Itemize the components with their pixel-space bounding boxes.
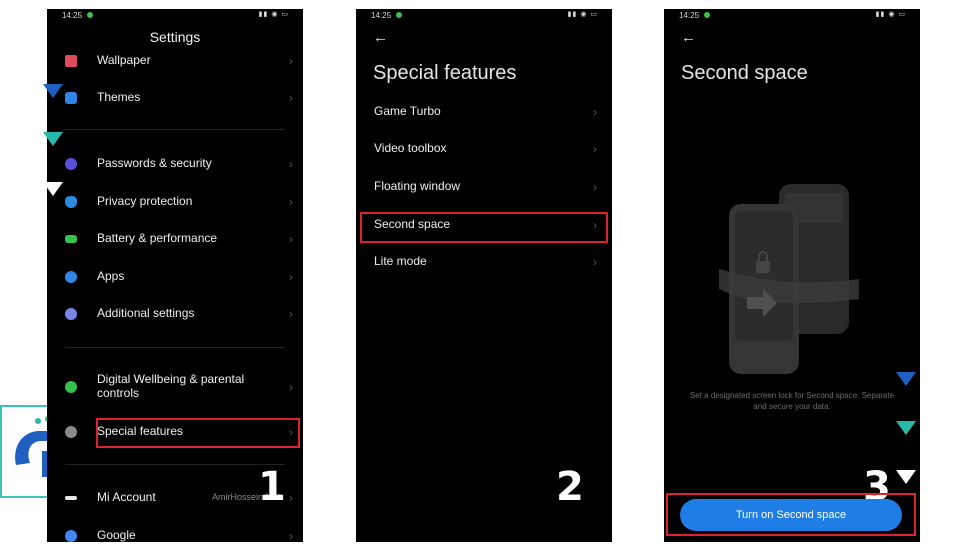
status-time: 14:25 (679, 11, 700, 20)
settings-item-battery[interactable]: Battery & performance › (47, 221, 303, 257)
settings-item-label: Wallpaper (97, 53, 151, 67)
chevron-right-icon: › (593, 180, 597, 194)
chevron-right-icon: › (593, 142, 597, 156)
marker-triangle-white (43, 182, 63, 196)
star-icon (65, 426, 77, 438)
page-title: Second space (681, 62, 808, 84)
settings-item-wellbeing[interactable]: Digital Wellbeing & parental controls › (47, 369, 303, 405)
back-arrow-icon[interactable]: ← (681, 29, 696, 46)
marker-triangle-blue (896, 372, 916, 386)
page-title: Special features (373, 62, 517, 84)
divider (65, 129, 285, 130)
settings-item-label: Apps (97, 269, 125, 283)
chevron-right-icon: › (593, 105, 597, 119)
status-bar: 14:25 ▮▮ ◉ ▭ (664, 9, 920, 23)
settings-item-additional[interactable]: Additional settings › (47, 296, 303, 332)
highlight-box (96, 418, 300, 448)
marker-triangle-white (896, 470, 916, 484)
settings-item-label: Battery & performance (97, 231, 218, 245)
settings-item-label: Themes (97, 90, 141, 104)
feature-item-lite-mode[interactable]: Lite mode › (356, 244, 612, 280)
settings-item-label: Additional settings (97, 306, 195, 320)
gear-icon (65, 271, 77, 283)
second-space-description: Set a designated screen lock for Second … (689, 391, 895, 411)
settings-item-label: Google (97, 528, 136, 542)
feature-item-video-toolbox[interactable]: Video toolbox › (356, 131, 612, 167)
settings-item-label: Mi Account (97, 490, 156, 504)
status-dot-icon (704, 12, 710, 18)
more-icon (65, 308, 77, 320)
settings-screen: 14:25 ▮▮ ◉ ▭ Settings Wallpaper › Themes… (47, 9, 303, 542)
marker-triangle-blue (43, 84, 63, 98)
chevron-right-icon: › (289, 91, 293, 105)
second-space-illustration-icon (719, 179, 869, 384)
feature-item-game-turbo[interactable]: Game Turbo › (356, 94, 612, 130)
battery-icon (65, 235, 77, 243)
marker-triangle-teal (43, 132, 63, 146)
chevron-right-icon: › (289, 307, 293, 321)
settings-item-label: Digital Wellbeing & parental controls (97, 372, 245, 400)
highlight-box (666, 493, 916, 536)
feature-item-label: Video toolbox (374, 141, 447, 155)
feature-item-label: Game Turbo (374, 104, 441, 118)
mi-icon (65, 496, 77, 500)
second-space-screen: 14:25 ▮▮ ◉ ▭ ← Second space Set a design… (664, 9, 920, 542)
settings-item-label: Privacy protection (97, 194, 193, 208)
chevron-right-icon: › (289, 529, 293, 542)
status-bar: 14:25 ▮▮ ◉ ▭ (356, 9, 612, 23)
chevron-right-icon: › (289, 491, 293, 505)
signal-wifi-battery-icon: ▮▮ ◉ ▭ (567, 11, 598, 18)
chevron-right-icon: › (289, 195, 293, 209)
highlight-box (360, 212, 608, 243)
status-bar: 14:25 ▮▮ ◉ ▭ (47, 9, 303, 23)
lock-icon (65, 158, 77, 170)
settings-item-wallpaper[interactable]: Wallpaper › (47, 43, 303, 79)
settings-item-privacy[interactable]: Privacy protection › (47, 184, 303, 220)
chevron-right-icon: › (289, 270, 293, 284)
marker-triangle-teal (896, 421, 916, 435)
settings-item-label: Passwords & security (97, 156, 212, 170)
shield-icon (65, 196, 77, 208)
signal-wifi-battery-icon: ▮▮ ◉ ▭ (875, 11, 906, 18)
chevron-right-icon: › (289, 232, 293, 246)
themes-icon (65, 92, 77, 104)
settings-item-themes[interactable]: Themes › (47, 80, 303, 116)
wellbeing-icon (65, 381, 77, 393)
feature-item-floating-window[interactable]: Floating window › (356, 169, 612, 205)
signal-wifi-battery-icon: ▮▮ ◉ ▭ (258, 11, 289, 18)
chevron-right-icon: › (593, 255, 597, 269)
status-dot-icon (396, 12, 402, 18)
back-arrow-icon[interactable]: ← (373, 29, 388, 46)
settings-item-apps[interactable]: Apps › (47, 259, 303, 295)
settings-item-google[interactable]: Google › (47, 518, 303, 542)
feature-item-label: Lite mode (374, 254, 427, 268)
step-number: 2 (556, 464, 584, 510)
chevron-right-icon: › (289, 380, 293, 394)
special-features-screen: 14:25 ▮▮ ◉ ▭ ← Special features Game Tur… (356, 9, 612, 542)
google-icon (65, 530, 77, 542)
wallpaper-icon (65, 55, 77, 67)
feature-item-label: Floating window (374, 179, 461, 193)
status-dot-icon (87, 12, 93, 18)
status-time: 14:25 (62, 11, 83, 20)
chevron-right-icon: › (289, 54, 293, 68)
divider (65, 464, 285, 465)
settings-item-passwords[interactable]: Passwords & security › (47, 146, 303, 182)
chevron-right-icon: › (289, 157, 293, 171)
status-time: 14:25 (371, 11, 392, 20)
step-number: 1 (258, 464, 286, 510)
divider (65, 347, 285, 348)
